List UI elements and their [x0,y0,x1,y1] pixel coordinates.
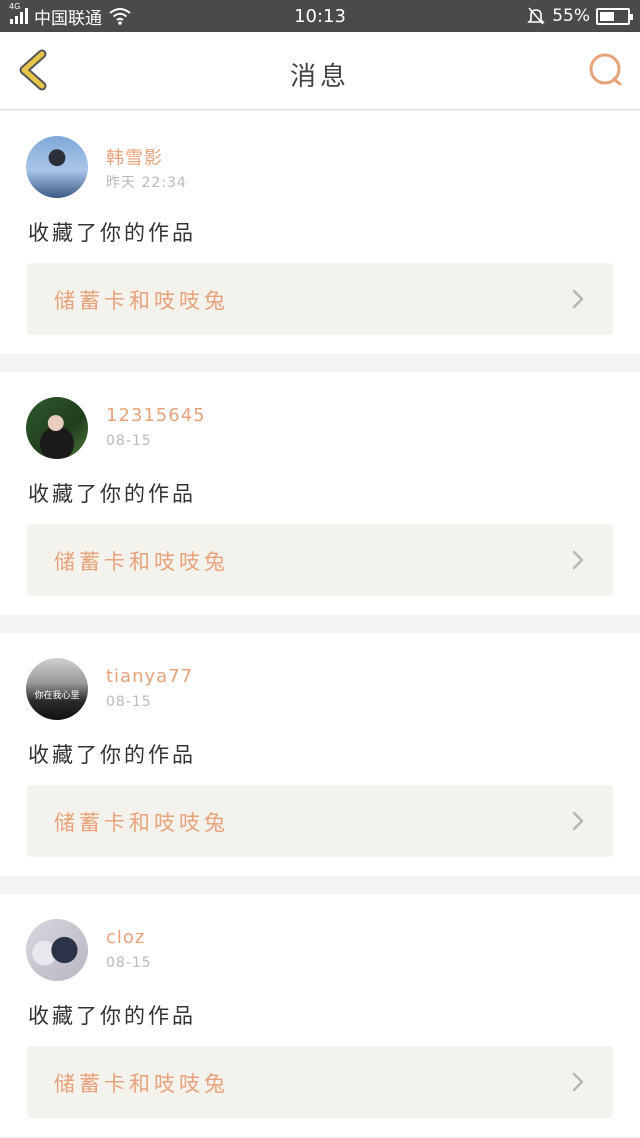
message-card: 你在我心里 tianya77 08-15 收藏了你的作品 储蓄卡和吱吱兔 [0,633,640,876]
signal-icon: 4G [9,2,28,24]
avatar[interactable]: 你在我心里 [26,658,88,720]
work-title: 储蓄卡和吱吱兔 [54,289,229,313]
message-action: 收藏了你的作品 [28,482,196,506]
message-time: 08-15 [106,433,152,449]
work-title: 储蓄卡和吱吱兔 [54,550,229,574]
message-time: 08-15 [106,955,152,971]
chevron-right-icon [572,1072,584,1092]
search-button[interactable] [586,50,626,90]
user-name[interactable]: tianya77 [106,666,193,687]
search-icon [589,53,622,86]
chevron-right-icon [572,550,584,570]
message-card: 韩雪影 昨天 22:34 收藏了你的作品 储蓄卡和吱吱兔 [0,111,640,354]
status-left: 4G 中国联通 [9,2,132,29]
work-link[interactable]: 储蓄卡和吱吱兔 [27,263,613,335]
mute-bell-icon [527,7,546,25]
carrier-name: 中国联通 [34,8,102,29]
message-action: 收藏了你的作品 [28,221,196,245]
user-name[interactable]: cloz [106,927,145,948]
work-title: 储蓄卡和吱吱兔 [54,1072,229,1096]
work-link[interactable]: 储蓄卡和吱吱兔 [27,524,613,596]
network-badge: 4G [9,2,21,11]
work-link[interactable]: 储蓄卡和吱吱兔 [27,1046,613,1118]
message-time: 08-15 [106,694,152,710]
message-card: cloz 08-15 收藏了你的作品 储蓄卡和吱吱兔 [0,894,640,1137]
chevron-right-icon [572,811,584,831]
avatar[interactable] [26,136,88,198]
message-card: 12315645 08-15 收藏了你的作品 储蓄卡和吱吱兔 [0,372,640,615]
work-title: 储蓄卡和吱吱兔 [54,811,229,835]
wifi-icon [109,8,131,25]
message-list: 韩雪影 昨天 22:34 收藏了你的作品 储蓄卡和吱吱兔 12315645 08… [0,111,640,1138]
work-link[interactable]: 储蓄卡和吱吱兔 [27,785,613,857]
message-action: 收藏了你的作品 [28,1004,196,1028]
user-name[interactable]: 12315645 [106,405,206,426]
nav-bar: 消息 [0,32,640,110]
message-action: 收藏了你的作品 [28,743,196,767]
avatar-caption: 你在我心里 [34,691,80,701]
message-time: 昨天 22:34 [106,175,187,191]
avatar[interactable] [26,397,88,459]
avatar[interactable] [26,919,88,981]
page-title: 消息 [289,62,350,92]
status-bar: 4G 中国联通 10:13 55% [0,0,640,32]
status-right: 55% [526,6,633,26]
user-name[interactable]: 韩雪影 [106,144,163,170]
chevron-right-icon [572,289,584,309]
battery-percent: 55% [552,6,590,26]
battery-icon [596,7,633,25]
